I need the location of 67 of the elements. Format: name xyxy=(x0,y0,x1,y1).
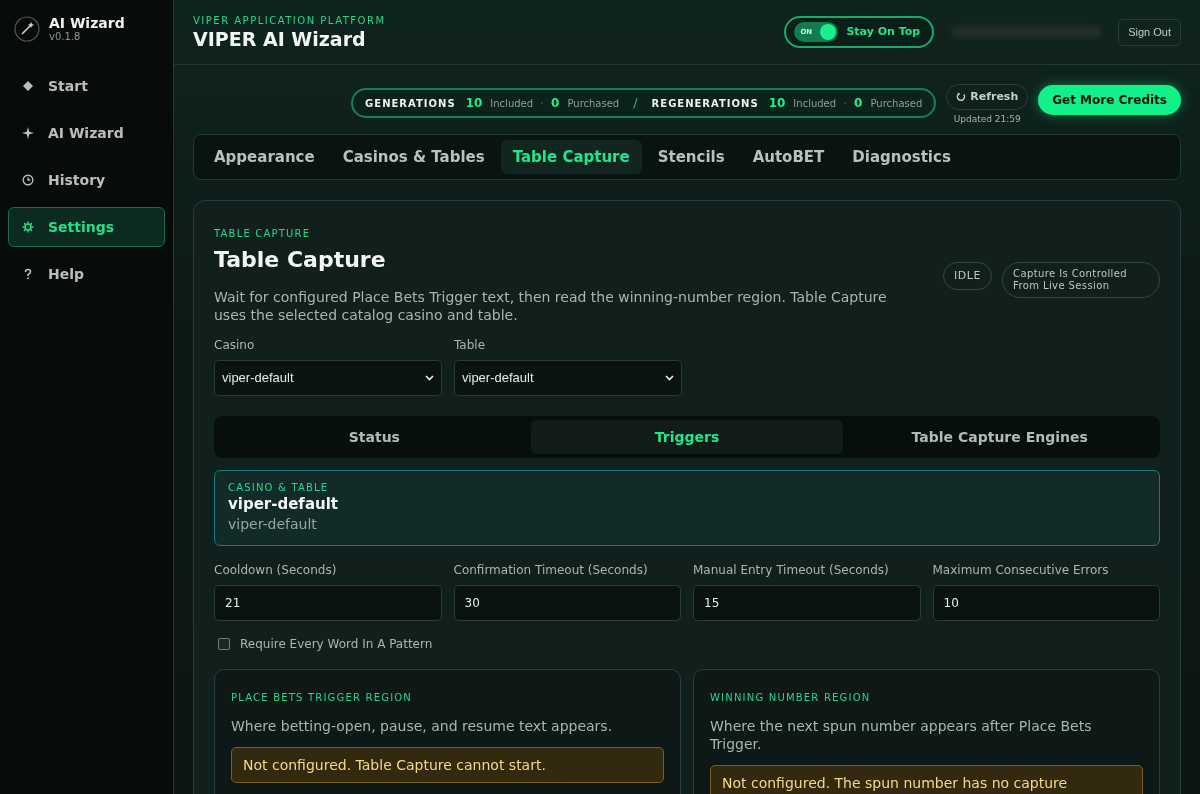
capture-tab[interactable]: Triggers xyxy=(530,420,844,454)
number-field[interactable]: 10 xyxy=(932,585,1160,621)
number-field[interactable]: 30 xyxy=(453,585,681,621)
credit-label: Purchased xyxy=(567,96,620,111)
settings-tab[interactable]: Stencils xyxy=(645,140,737,174)
settings-icon xyxy=(22,221,34,233)
sidebar-item[interactable]: Start xyxy=(8,66,165,106)
clock-icon xyxy=(22,174,34,186)
card-title: Table Capture xyxy=(214,246,387,274)
checkbox-label: Require Every Word In A Pattern xyxy=(240,636,433,653)
table-name: viper-default xyxy=(228,515,318,534)
credit-label: Purchased xyxy=(870,96,923,111)
refresh-icon xyxy=(956,92,967,102)
diamond-icon xyxy=(22,80,34,92)
field-label: Confirmation Timeout (Seconds) xyxy=(453,562,649,579)
warning-message: Not configured. Table Capture cannot start. xyxy=(231,747,664,783)
panel-label: CASINO & TABLE xyxy=(228,482,330,494)
platform-label: VIPER APPLICATION PLATFORM xyxy=(193,13,386,28)
caret-icon xyxy=(665,375,674,381)
sidebar-item[interactable]: History xyxy=(8,160,165,200)
separator-text: / xyxy=(633,94,638,113)
field-label: Table xyxy=(454,337,487,354)
panel-label: PLACE BETS TRIGGER REGION xyxy=(231,691,414,705)
credit-type: GENERATIONS xyxy=(365,96,456,111)
section-label: TABLE CAPTURE xyxy=(214,227,312,241)
checkbox[interactable] xyxy=(218,638,230,650)
credit-type: REGENERATIONS xyxy=(651,96,759,111)
settings-tab[interactable]: AutoBET xyxy=(740,140,837,174)
app-name: AI Wizard xyxy=(49,16,125,30)
sidebar-item[interactable]: AI Wizard xyxy=(8,113,165,153)
settings-tab[interactable]: Table Capture xyxy=(500,140,642,174)
credit-count: 0 xyxy=(854,95,863,112)
credit-count: 10 xyxy=(465,95,483,112)
sidebar-item[interactable]: Settings xyxy=(8,207,165,247)
field-label: Manual Entry Timeout (Seconds) xyxy=(693,562,890,579)
credit-count: 0 xyxy=(551,95,560,112)
capture-tab[interactable]: Table Capture Engines xyxy=(843,420,1156,454)
settings-tab[interactable]: Appearance xyxy=(202,140,327,174)
casino-name: viper-default xyxy=(228,494,339,514)
caret-icon xyxy=(425,375,434,381)
panel-label: WINNING NUMBER REGION xyxy=(710,691,872,705)
card-description: Wait for configured Place Bets Trigger text, then read the winning-number region. Table Capture uses the selected catalog casino and table. xyxy=(214,288,888,324)
settings-tab[interactable]: Diagnostics xyxy=(840,140,963,174)
capture-tab[interactable]: Status xyxy=(218,420,531,454)
field-label: Maximum Consecutive Errors xyxy=(932,562,1110,579)
select-field[interactable]: viper-default xyxy=(454,360,682,396)
app-version: v0.1.8 xyxy=(49,32,82,42)
wand-icon xyxy=(14,16,40,42)
region-description: Where the next spun number appears after Place Bets Trigger. xyxy=(710,717,1093,753)
sign-out-button[interactable]: Sign Out xyxy=(1118,18,1181,46)
number-field[interactable]: 21 xyxy=(214,585,442,621)
get-more-credits-button[interactable]: Get More Credits xyxy=(1038,85,1181,115)
region-description: Where betting-open, pause, and resume text appears. xyxy=(231,717,614,735)
field-label: Cooldown (Seconds) xyxy=(214,562,338,579)
updated-time: Updated 21:59 xyxy=(953,113,1021,126)
sidebar-item[interactable]: Help xyxy=(8,254,165,294)
credit-label: Included xyxy=(490,96,534,111)
help-icon xyxy=(22,268,34,280)
credit-count: 10 xyxy=(768,95,786,112)
credit-label: Included xyxy=(793,96,837,111)
warning-message: Not configured. The spun number has no capture xyxy=(710,765,1143,794)
app-title: VIPER AI Wizard xyxy=(193,27,367,52)
number-field[interactable]: 15 xyxy=(693,585,921,621)
sparkle-icon xyxy=(22,127,34,139)
field-label: Casino xyxy=(214,337,256,354)
select-field[interactable]: viper-default xyxy=(214,360,442,396)
settings-tab[interactable]: Casinos & Tables xyxy=(330,140,497,174)
